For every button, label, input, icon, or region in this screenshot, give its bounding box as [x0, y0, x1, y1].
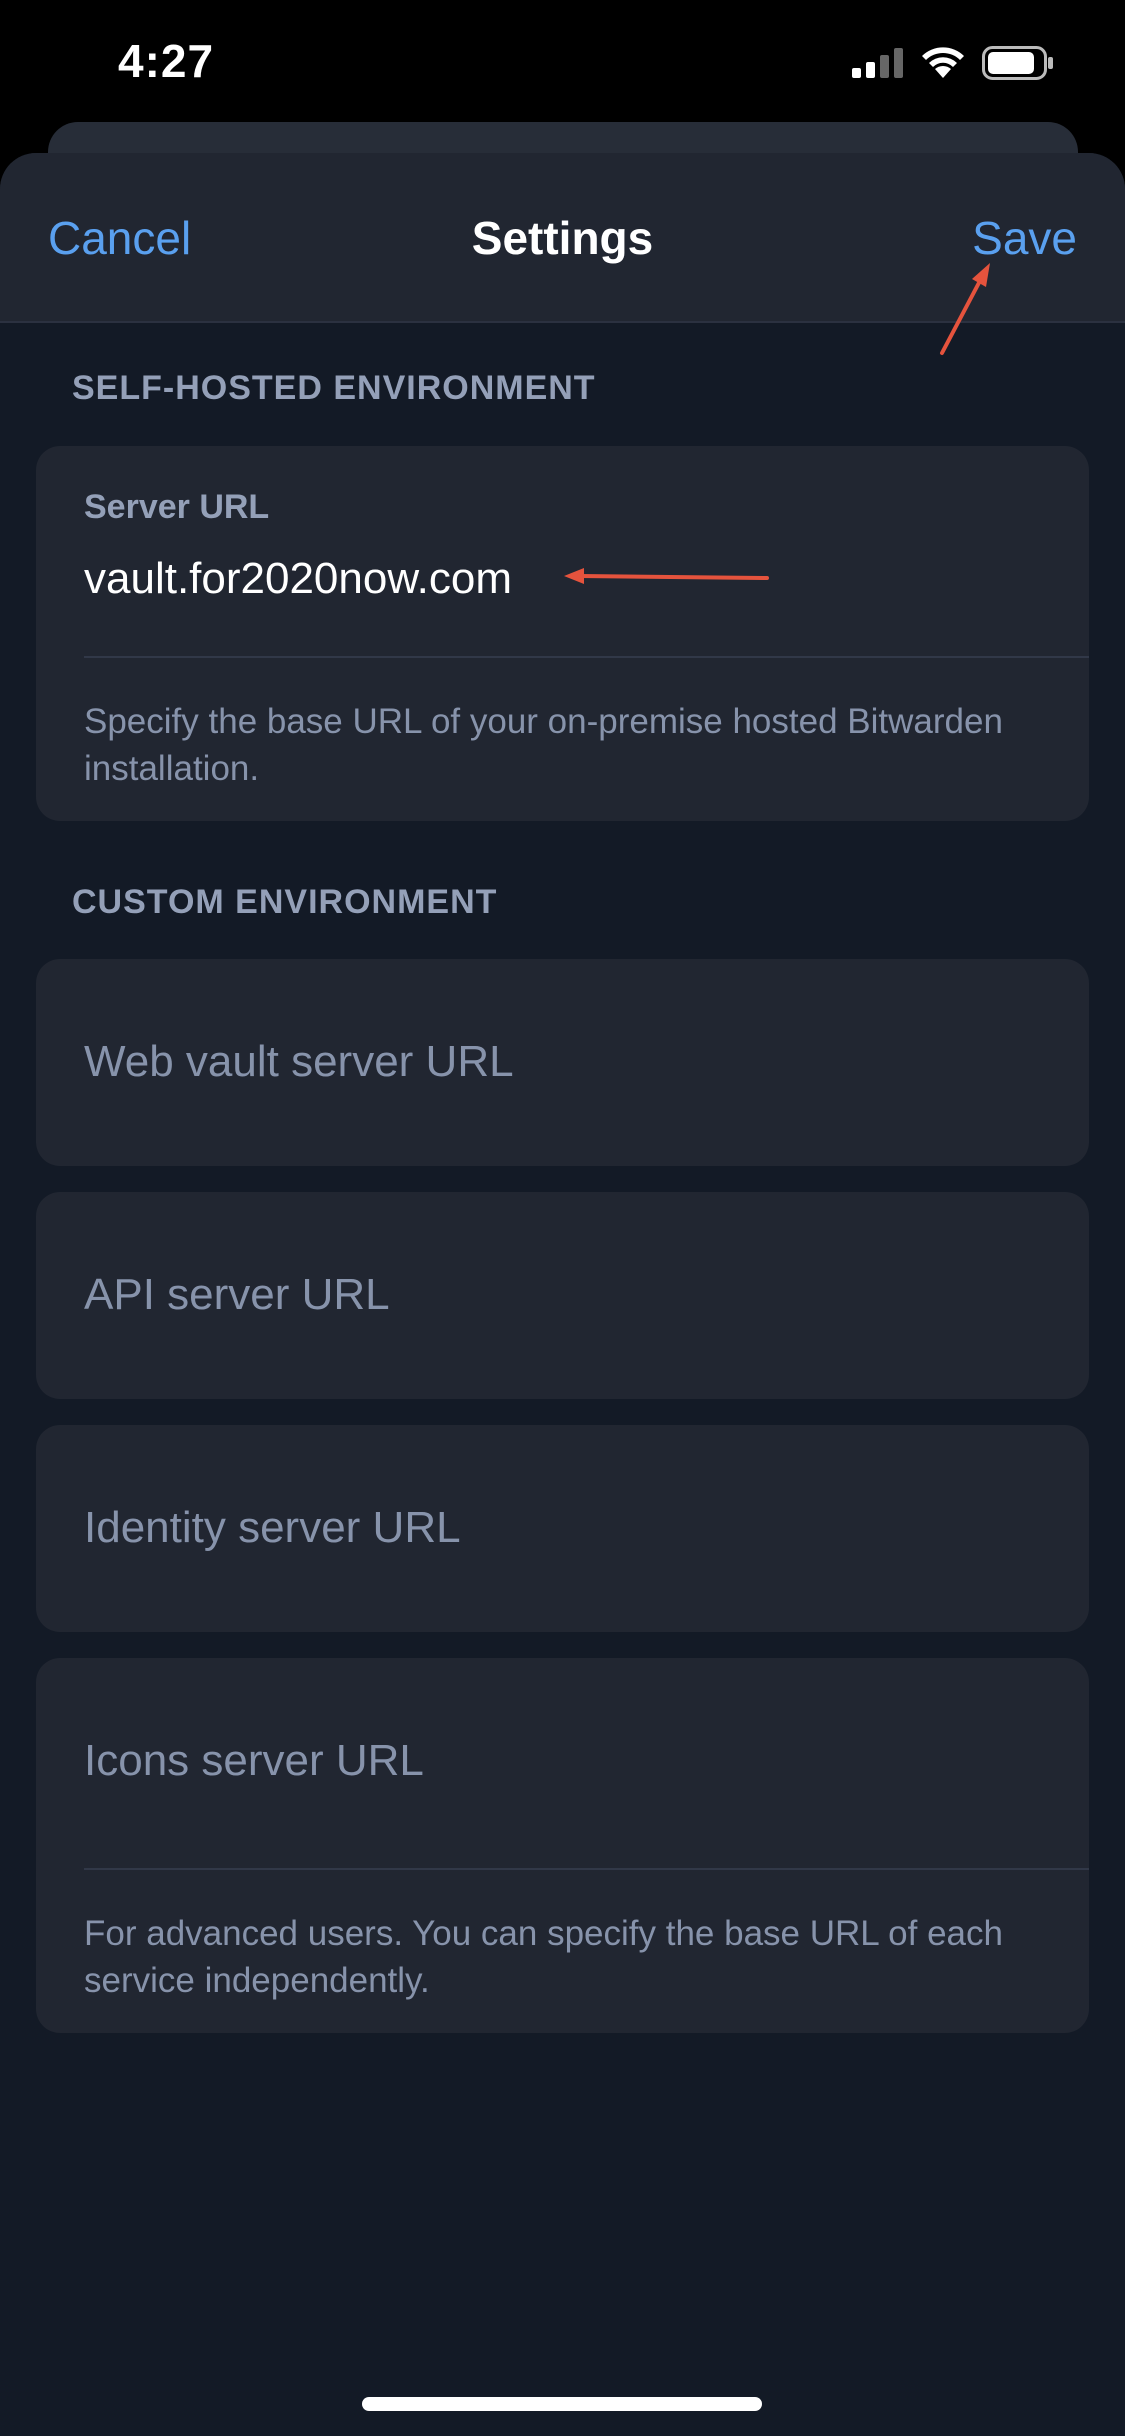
save-annotation-arrow	[940, 263, 990, 355]
custom-section-title: CUSTOM ENVIRONMENT	[72, 883, 498, 921]
self-hosted-section-title: SELF-HOSTED ENVIRONMENT	[72, 369, 596, 407]
web-vault-url-input[interactable]: Web vault server URL	[84, 1037, 514, 1087]
server-url-input[interactable]: vault.for2020now.com	[84, 554, 512, 604]
icons-url-input[interactable]: Icons server URL	[84, 1736, 424, 1786]
cellular-signal-icon	[852, 48, 903, 78]
server-url-label: Server URL	[84, 488, 270, 526]
web-vault-url-card: Web vault server URL	[36, 959, 1089, 1166]
divider	[84, 1868, 1089, 1870]
api-url-card: API server URL	[36, 1192, 1089, 1399]
status-time: 4:27	[118, 35, 215, 87]
custom-environment-hint: For advanced users. You can specify the …	[84, 1914, 1003, 2000]
status-bar: 4:27	[0, 0, 1125, 130]
identity-url-card: Identity server URL	[36, 1425, 1089, 1632]
settings-sheet: Cancel Settings Save SELF-HOSTED ENVIRON…	[0, 153, 1125, 2436]
wifi-icon	[922, 47, 964, 78]
icons-url-card: Icons server URL For advanced users. You…	[36, 1658, 1089, 2033]
api-url-input[interactable]: API server URL	[84, 1270, 390, 1320]
battery-icon	[982, 46, 1053, 80]
server-url-annotation-arrow	[564, 568, 769, 584]
identity-url-input[interactable]: Identity server URL	[84, 1503, 461, 1553]
server-url-hint: Specify the base URL of your on-premise …	[84, 702, 1003, 788]
divider	[84, 656, 1089, 658]
home-indicator	[362, 2397, 762, 2411]
self-hosted-card: Server URL vault.for2020now.com Specify …	[36, 446, 1089, 821]
